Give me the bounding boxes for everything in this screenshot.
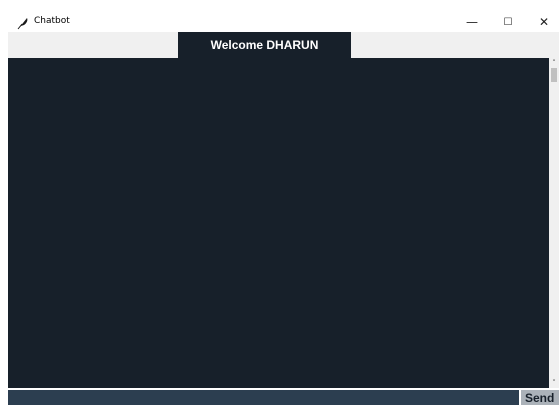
close-button[interactable]: ✕	[527, 12, 559, 32]
chatbot-window: Chatbot — ☐ ✕ Welcome DHARUN ˄ ˅ Send	[8, 12, 559, 405]
feather-icon	[16, 15, 30, 30]
scroll-down-icon[interactable]: ˅	[549, 378, 559, 388]
maximize-button[interactable]: ☐	[491, 12, 525, 32]
minimize-button[interactable]: —	[455, 12, 489, 32]
title-bar[interactable]: Chatbot — ☐ ✕	[8, 12, 559, 32]
message-input[interactable]	[8, 390, 519, 405]
send-button[interactable]: Send	[521, 390, 559, 405]
window-shadow-strip	[8, 0, 559, 12]
header-band: Welcome DHARUN	[8, 32, 559, 58]
input-bar: Send	[8, 388, 559, 405]
chat-scrollbar[interactable]: ˄ ˅	[549, 58, 559, 388]
chat-text-area[interactable]	[8, 58, 549, 388]
window-title: Chatbot	[34, 16, 70, 26]
scroll-up-icon[interactable]: ˄	[549, 58, 559, 68]
scroll-thumb[interactable]	[551, 68, 557, 82]
welcome-label: Welcome DHARUN	[178, 32, 351, 58]
